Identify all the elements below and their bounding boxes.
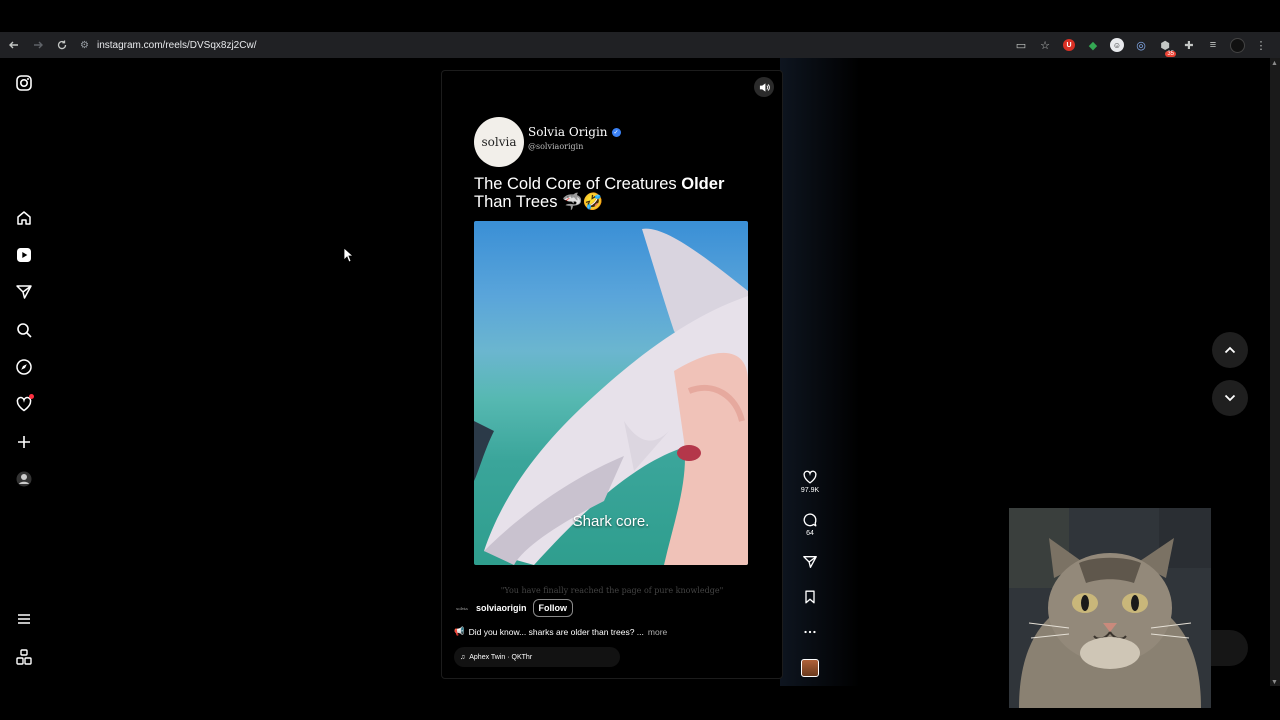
comment-bubble-icon — [803, 513, 817, 527]
instagram-logo-icon[interactable] — [14, 73, 34, 93]
back-button[interactable] — [4, 35, 24, 55]
instagram-sidebar — [0, 58, 48, 686]
more-options-button[interactable] — [796, 624, 824, 640]
ublock-extension-icon[interactable]: U — [1060, 36, 1078, 54]
save-button[interactable] — [796, 589, 824, 605]
also-from-meta-icon[interactable] — [14, 647, 34, 667]
like-count: 97.9K — [800, 487, 820, 494]
reel-quote: "You have finally reached the page of pu… — [500, 586, 724, 595]
scroll-down-arrow-icon[interactable]: ▼ — [1271, 679, 1278, 686]
audio-track-pill[interactable]: ♫ Aphex Twin · QKThr — [454, 647, 620, 667]
notification-dot — [29, 394, 34, 399]
notifications-heart-icon[interactable] — [14, 394, 34, 414]
mouse-cursor — [343, 247, 355, 268]
browser-toolbar: ⚙ instagram.com/reels/DVSqx8zj2Cw/ ▭ ☆ U… — [0, 32, 1280, 58]
ellipsis-icon — [804, 630, 816, 634]
description-text: Did you know... sharks are older than tr… — [468, 626, 644, 637]
media-controls-icon[interactable]: ≡ — [1204, 36, 1222, 54]
comment-button[interactable]: 64 — [796, 512, 824, 537]
more-menu-icon[interactable] — [14, 609, 34, 629]
badged-extension-icon[interactable]: ⬢ 35 — [1156, 36, 1176, 57]
green-extension-icon[interactable]: ◆ — [1084, 36, 1102, 54]
send-paper-plane-icon — [803, 556, 817, 568]
byline-avatar[interactable]: solvia — [454, 600, 470, 616]
create-plus-icon[interactable] — [14, 432, 34, 452]
cast-icon[interactable]: ▭ — [1012, 36, 1030, 54]
headline-text-2: Than Trees 🦈🤣 — [474, 193, 604, 211]
profile-avatar-icon[interactable] — [1228, 36, 1246, 54]
page-scrollbar[interactable]: ▲ ▼ — [1270, 58, 1280, 686]
chevron-up-icon — [1224, 346, 1236, 354]
comment-count: 64 — [806, 530, 814, 537]
headline-bold-text: Older — [681, 175, 725, 193]
reel-description[interactable]: 📢 Did you know... sharks are older than … — [454, 626, 667, 637]
audio-track-name: Aphex Twin · QKThr — [469, 653, 533, 661]
reload-icon — [57, 40, 67, 50]
reel-headline: The Cold Core of Creatures Older Than Tr… — [474, 175, 764, 211]
browser-menu-icon[interactable]: ⋮ — [1252, 36, 1270, 54]
blue-extension-icon[interactable]: ◎ — [1132, 36, 1150, 54]
music-note-icon: ♫ — [460, 653, 466, 661]
reload-button[interactable] — [52, 35, 72, 55]
account-name[interactable]: Solvia Origin ✓ — [528, 125, 621, 139]
video-caption: Shark core. — [572, 513, 650, 530]
account-name-text: Solvia Origin — [528, 125, 608, 139]
profile-extension-icon[interactable]: ☺ — [1108, 36, 1126, 54]
headline-text-1: The Cold Core of Creatures — [474, 175, 682, 193]
like-button[interactable]: 97.9K — [796, 469, 824, 494]
bookmark-star-icon[interactable]: ☆ — [1036, 36, 1054, 54]
next-reel-button[interactable] — [1212, 380, 1248, 416]
extensions-puzzle-icon[interactable]: ✚ — [1180, 36, 1198, 54]
byline-username[interactable]: solviaorigin — [476, 603, 527, 613]
megaphone-icon: 📢 — [454, 626, 465, 636]
reels-icon[interactable] — [14, 245, 34, 265]
forward-arrow-icon — [34, 41, 43, 49]
share-button[interactable] — [796, 554, 824, 570]
reel-actions: 97.9K 64 — [796, 58, 824, 686]
back-arrow-icon — [9, 41, 18, 49]
audio-cover-thumbnail — [801, 659, 819, 677]
scroll-up-arrow-icon[interactable]: ▲ — [1271, 60, 1278, 67]
cursor-arrow-icon — [343, 247, 355, 263]
reel-player[interactable]: solvia Solvia Origin ✓ @solviaorigin The… — [441, 70, 783, 679]
previous-reel-button[interactable] — [1212, 332, 1248, 368]
account-handle: @solviaorigin — [528, 142, 584, 151]
forward-button[interactable] — [28, 35, 48, 55]
verified-badge-icon: ✓ — [611, 127, 621, 137]
extension-badge: 35 — [1165, 51, 1176, 57]
chevron-down-icon — [1224, 394, 1236, 402]
audio-thumbnail[interactable] — [796, 659, 824, 677]
url-text: instagram.com/reels/DVSqx8zj2Cw/ — [96, 39, 257, 51]
webcam-overlay — [1009, 508, 1211, 708]
address-bar[interactable]: ⚙ instagram.com/reels/DVSqx8zj2Cw/ — [80, 40, 256, 51]
search-icon[interactable] — [14, 320, 34, 340]
top-bar — [0, 0, 1280, 32]
site-info-icon[interactable]: ⚙ — [80, 40, 89, 51]
cat-image — [1009, 508, 1211, 708]
reel-video[interactable]: Shark core. — [474, 221, 748, 565]
home-icon[interactable] — [14, 208, 34, 228]
profile-avatar-icon[interactable] — [14, 469, 34, 489]
follow-button[interactable]: Follow — [532, 599, 574, 617]
heart-icon — [803, 470, 817, 484]
more-link[interactable]: more — [648, 627, 667, 637]
messages-icon[interactable] — [14, 282, 34, 302]
account-avatar[interactable]: solvia — [474, 117, 524, 167]
mute-button[interactable] — [754, 77, 774, 97]
bookmark-icon — [805, 590, 815, 604]
speaker-icon — [759, 82, 770, 92]
reel-byline: solvia solviaorigin Follow — [454, 599, 574, 617]
pip-side-pill — [1208, 630, 1248, 666]
explore-compass-icon[interactable] — [14, 357, 34, 377]
